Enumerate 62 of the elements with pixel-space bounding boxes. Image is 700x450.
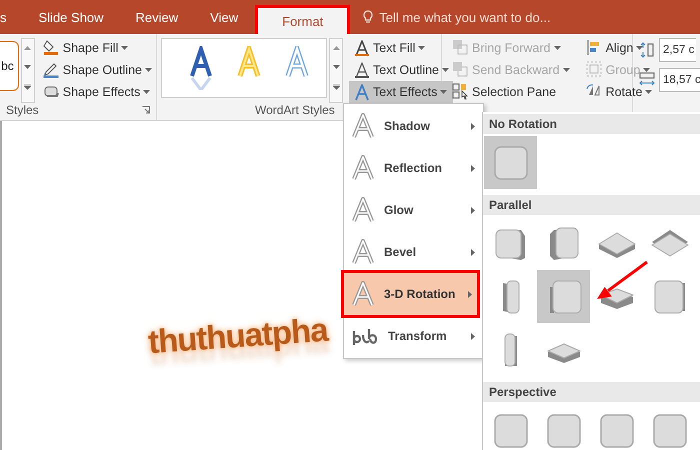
gallery-section-header: No Rotation (483, 114, 700, 134)
shape-style-preset[interactable]: bc (0, 41, 19, 91)
group-icon (586, 61, 603, 79)
text-outline-icon (353, 61, 370, 79)
up-arrow-icon (332, 46, 340, 52)
ribbon-command-button[interactable]: Rotate (582, 81, 656, 103)
text-fill-icon (353, 39, 370, 57)
ribbon-tab[interactable]: Format (258, 8, 348, 34)
outlined-letter-a-icon (352, 239, 374, 265)
dialog-launcher-icon (142, 106, 150, 114)
size-field[interactable]: 18,57 c (659, 68, 700, 92)
submenu-arrow-icon (471, 206, 475, 214)
more-arrow-icon (24, 84, 32, 90)
text-effects-menu-item[interactable]: Shadow (344, 105, 483, 147)
submenu-arrow-icon (471, 248, 475, 256)
pencil-icon (42, 61, 60, 79)
outlined-letter-a-icon (352, 281, 374, 307)
lightbulb-icon (363, 10, 374, 24)
bring-forward-icon (452, 39, 469, 57)
caret-icon (440, 90, 448, 94)
submenu-arrow-icon (471, 332, 475, 340)
shape-width-icon (639, 72, 655, 88)
size-field[interactable]: 2,57 c (659, 38, 696, 62)
ribbon-tab[interactable]: s (0, 0, 22, 34)
caret-icon (145, 68, 152, 72)
ribbon-command-button[interactable]: Text Effects (349, 81, 454, 103)
ribbon-tab[interactable]: Slide Show (22, 0, 120, 34)
outlined-letter-a-icon (352, 197, 374, 223)
submenu-arrow-icon (471, 122, 475, 130)
ribbon-command-button[interactable]: Align (582, 37, 656, 59)
group-label: Styles (6, 103, 39, 117)
shape-height-icon (639, 42, 655, 58)
submenu-arrow-icon (471, 164, 475, 172)
caret-icon (442, 68, 450, 72)
more-arrow-icon (332, 84, 340, 90)
dialog-launcher-button[interactable] (142, 106, 150, 114)
text-effects-icon (353, 83, 370, 101)
down-arrow-icon (24, 64, 32, 70)
tell-me-field[interactable]: Tell me what you want to do... (379, 10, 580, 24)
caret-icon (121, 46, 128, 50)
reflected-letter-a-icon (188, 46, 214, 90)
wordart-style-preset[interactable] (188, 46, 214, 90)
down-arrow-icon (332, 64, 340, 70)
ribbon-tab[interactable]: View (194, 0, 254, 34)
ribbon-command-button[interactable]: Shape Outline (38, 59, 156, 81)
ribbon-tab[interactable]: Review (120, 0, 194, 34)
text-effects-menu-item[interactable]: 3-D Rotation (341, 270, 480, 318)
outlined-letter-a-icon (352, 113, 374, 139)
gallery-section-header: Perspective (483, 382, 700, 402)
ribbon-command-button[interactable]: Shape Effects (38, 81, 156, 103)
outlined-letter-a-icon (352, 155, 374, 181)
paint-bucket-icon (42, 39, 60, 57)
send-backward-icon (452, 61, 469, 79)
wordart-text: thuthuatpha (146, 310, 329, 362)
ribbon-command-button[interactable]: Shape Fill (38, 37, 156, 59)
caret-icon (418, 46, 426, 50)
caret-icon (143, 90, 150, 94)
selection-pane-icon (452, 83, 469, 101)
submenu-arrow-icon (468, 290, 472, 298)
group-label: WordArt Styles (255, 103, 335, 117)
up-arrow-icon (24, 46, 32, 52)
gallery-section-header: Parallel (483, 195, 700, 215)
